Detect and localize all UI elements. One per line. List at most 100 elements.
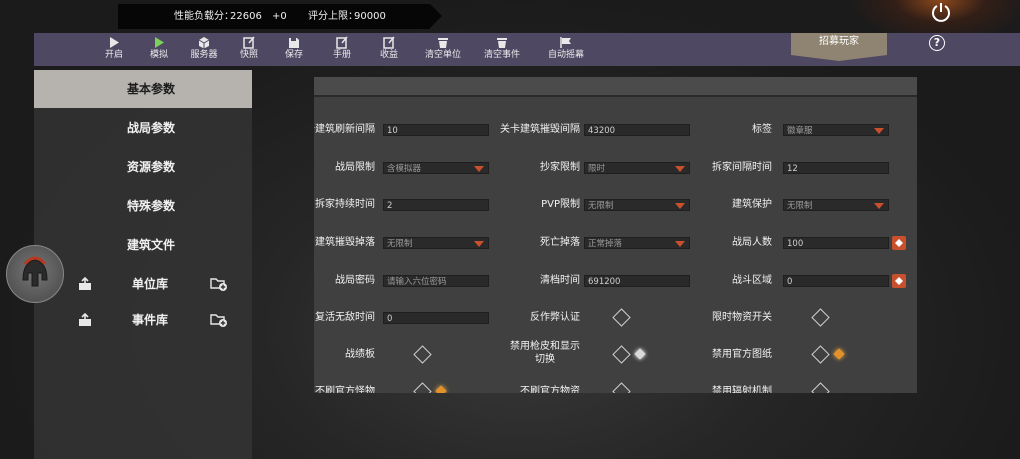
text-field[interactable]: 请输入六位密码 (383, 275, 489, 287)
toolbar-label: 清空事件 (483, 50, 520, 60)
field-value: 无限制 (387, 239, 413, 249)
recruit-players-button[interactable]: 招募玩家 (791, 33, 887, 61)
add-folder-icon[interactable] (210, 312, 228, 328)
chevron-down-icon (675, 241, 685, 247)
field-label: PVP限制 (541, 199, 580, 210)
score-value: 90000 (354, 11, 386, 22)
adjust-icon[interactable] (892, 274, 906, 288)
recruit-label: 招募玩家 (819, 36, 859, 47)
select-field[interactable]: 徽章服 (783, 124, 889, 136)
text-field[interactable]: 100 (783, 237, 889, 249)
field-label: 关卡建筑刷新间隔 (314, 124, 375, 135)
select-field[interactable]: 含模拟器 (383, 162, 489, 174)
field-label: 建筑摧毁掉落 (315, 237, 375, 248)
toolbar-button-2[interactable]: 服务器 (179, 33, 229, 66)
field-label: 抄家限制 (540, 162, 580, 173)
toolbar-button-8[interactable]: 清空事件 (473, 33, 531, 66)
sidebar-item-6[interactable]: 事件库 (34, 301, 252, 339)
helmet-icon (22, 256, 48, 287)
field-label: 不刷官方物资 (520, 386, 580, 393)
toolbar-label: 快照 (239, 50, 258, 60)
toolbar-button-4[interactable]: 保存 (269, 33, 319, 66)
adjust-icon[interactable] (892, 236, 906, 250)
import-icon[interactable] (78, 277, 92, 291)
sidebar-item-1[interactable]: 战局参数 (34, 109, 252, 147)
checkbox[interactable] (612, 345, 631, 364)
field-label: 死亡掉落 (540, 237, 580, 248)
checkbox[interactable] (612, 382, 631, 393)
helmet-avatar[interactable] (6, 245, 64, 303)
field-label: 清档时间 (540, 275, 580, 286)
field-value: 100 (787, 239, 804, 249)
field-label: 战绩板 (345, 349, 375, 360)
text-field[interactable]: 43200 (584, 124, 690, 136)
checkbox[interactable] (811, 345, 830, 364)
field-label: 禁用枪皮和显示 切换 (510, 341, 580, 365)
checkbox[interactable] (413, 382, 432, 393)
toolbar-button-0[interactable]: 开启 (89, 33, 139, 66)
toolbar-label: 开启 (104, 50, 123, 60)
text-field[interactable]: 0 (783, 275, 889, 287)
field-value: 限时 (588, 164, 606, 174)
select-field[interactable]: 限时 (584, 162, 690, 174)
field-label: 复活无敌时间 (315, 312, 375, 323)
sidebar-item-4[interactable]: 建筑文件 (34, 226, 252, 264)
manual-icon (336, 36, 348, 49)
select-field[interactable]: 正常掉落 (584, 237, 690, 249)
import-icon[interactable] (78, 313, 92, 327)
perf-delta: +0 (272, 11, 287, 22)
checkbox[interactable] (612, 308, 631, 327)
perf-label: 性能负载分： (174, 11, 234, 22)
field-value: 无限制 (588, 201, 614, 211)
toolbar-button-6[interactable]: 收益 (364, 33, 414, 66)
field-value: 43200 (588, 126, 616, 136)
sidebar-item-3[interactable]: 特殊参数 (34, 187, 252, 225)
toolbar-label: 保存 (284, 50, 303, 60)
chevron-down-icon (874, 203, 884, 209)
toolbar-label: 手册 (332, 50, 351, 60)
field-value: 691200 (588, 277, 621, 287)
field-value: 12 (787, 164, 798, 174)
text-field[interactable]: 691200 (584, 275, 690, 287)
field-label: 拆家持续时间 (315, 199, 375, 210)
server-icon (198, 37, 210, 49)
field-label: 战局人数 (732, 237, 772, 248)
field-value: 无限制 (787, 201, 813, 211)
add-folder-icon[interactable] (210, 276, 228, 292)
sidebar-item-2[interactable]: 资源参数 (34, 148, 252, 186)
power-icon[interactable] (930, 1, 952, 23)
toolbar-button-1[interactable]: 模拟 (134, 33, 184, 66)
text-field[interactable]: 12 (783, 162, 889, 174)
toolbar-label: 自动摇幕 (547, 50, 584, 60)
field-value: 正常掉落 (588, 239, 623, 249)
settings-panel: 关卡建筑刷新间隔 10 关卡建筑摧毁间隔 43200 标签 徽章服战局限制 含模拟器 抄家限制… (314, 77, 917, 393)
text-field[interactable]: 0 (383, 312, 489, 324)
perf-value: 22606 (230, 11, 262, 22)
select-field[interactable]: 无限制 (584, 199, 690, 211)
chevron-down-icon (874, 128, 884, 134)
toolbar-button-5[interactable]: 手册 (317, 33, 367, 66)
select-field[interactable]: 无限制 (783, 199, 889, 211)
sidebar-item-0[interactable]: 基本参数 (34, 70, 252, 108)
toolbar-label: 模拟 (149, 50, 168, 60)
toolbar-label: 服务器 (190, 50, 218, 60)
diamond-indicator-icon (833, 348, 845, 360)
help-icon[interactable]: ? (929, 35, 945, 51)
checkbox[interactable] (811, 382, 830, 393)
toolbar-button-3[interactable]: 快照 (224, 33, 274, 66)
field-value: 0 (387, 314, 393, 324)
field-value: 0 (787, 277, 793, 287)
toolbar-button-7[interactable]: 清空单位 (414, 33, 472, 66)
checkbox[interactable] (811, 308, 830, 327)
sidebar-item-label: 资源参数 (127, 160, 176, 174)
field-label: 建筑保护 (732, 199, 772, 210)
field-label: 战斗区域 (732, 275, 772, 286)
chevron-down-icon (675, 203, 685, 209)
sidebar-item-label: 建筑文件 (127, 238, 176, 252)
select-field[interactable]: 无限制 (383, 237, 489, 249)
toolbar-button-9[interactable]: 自动摇幕 (537, 33, 595, 66)
checkbox[interactable] (413, 345, 432, 364)
sidebar-item-5[interactable]: 单位库 (34, 265, 252, 303)
text-field[interactable]: 10 (383, 124, 489, 136)
text-field[interactable]: 2 (383, 199, 489, 211)
